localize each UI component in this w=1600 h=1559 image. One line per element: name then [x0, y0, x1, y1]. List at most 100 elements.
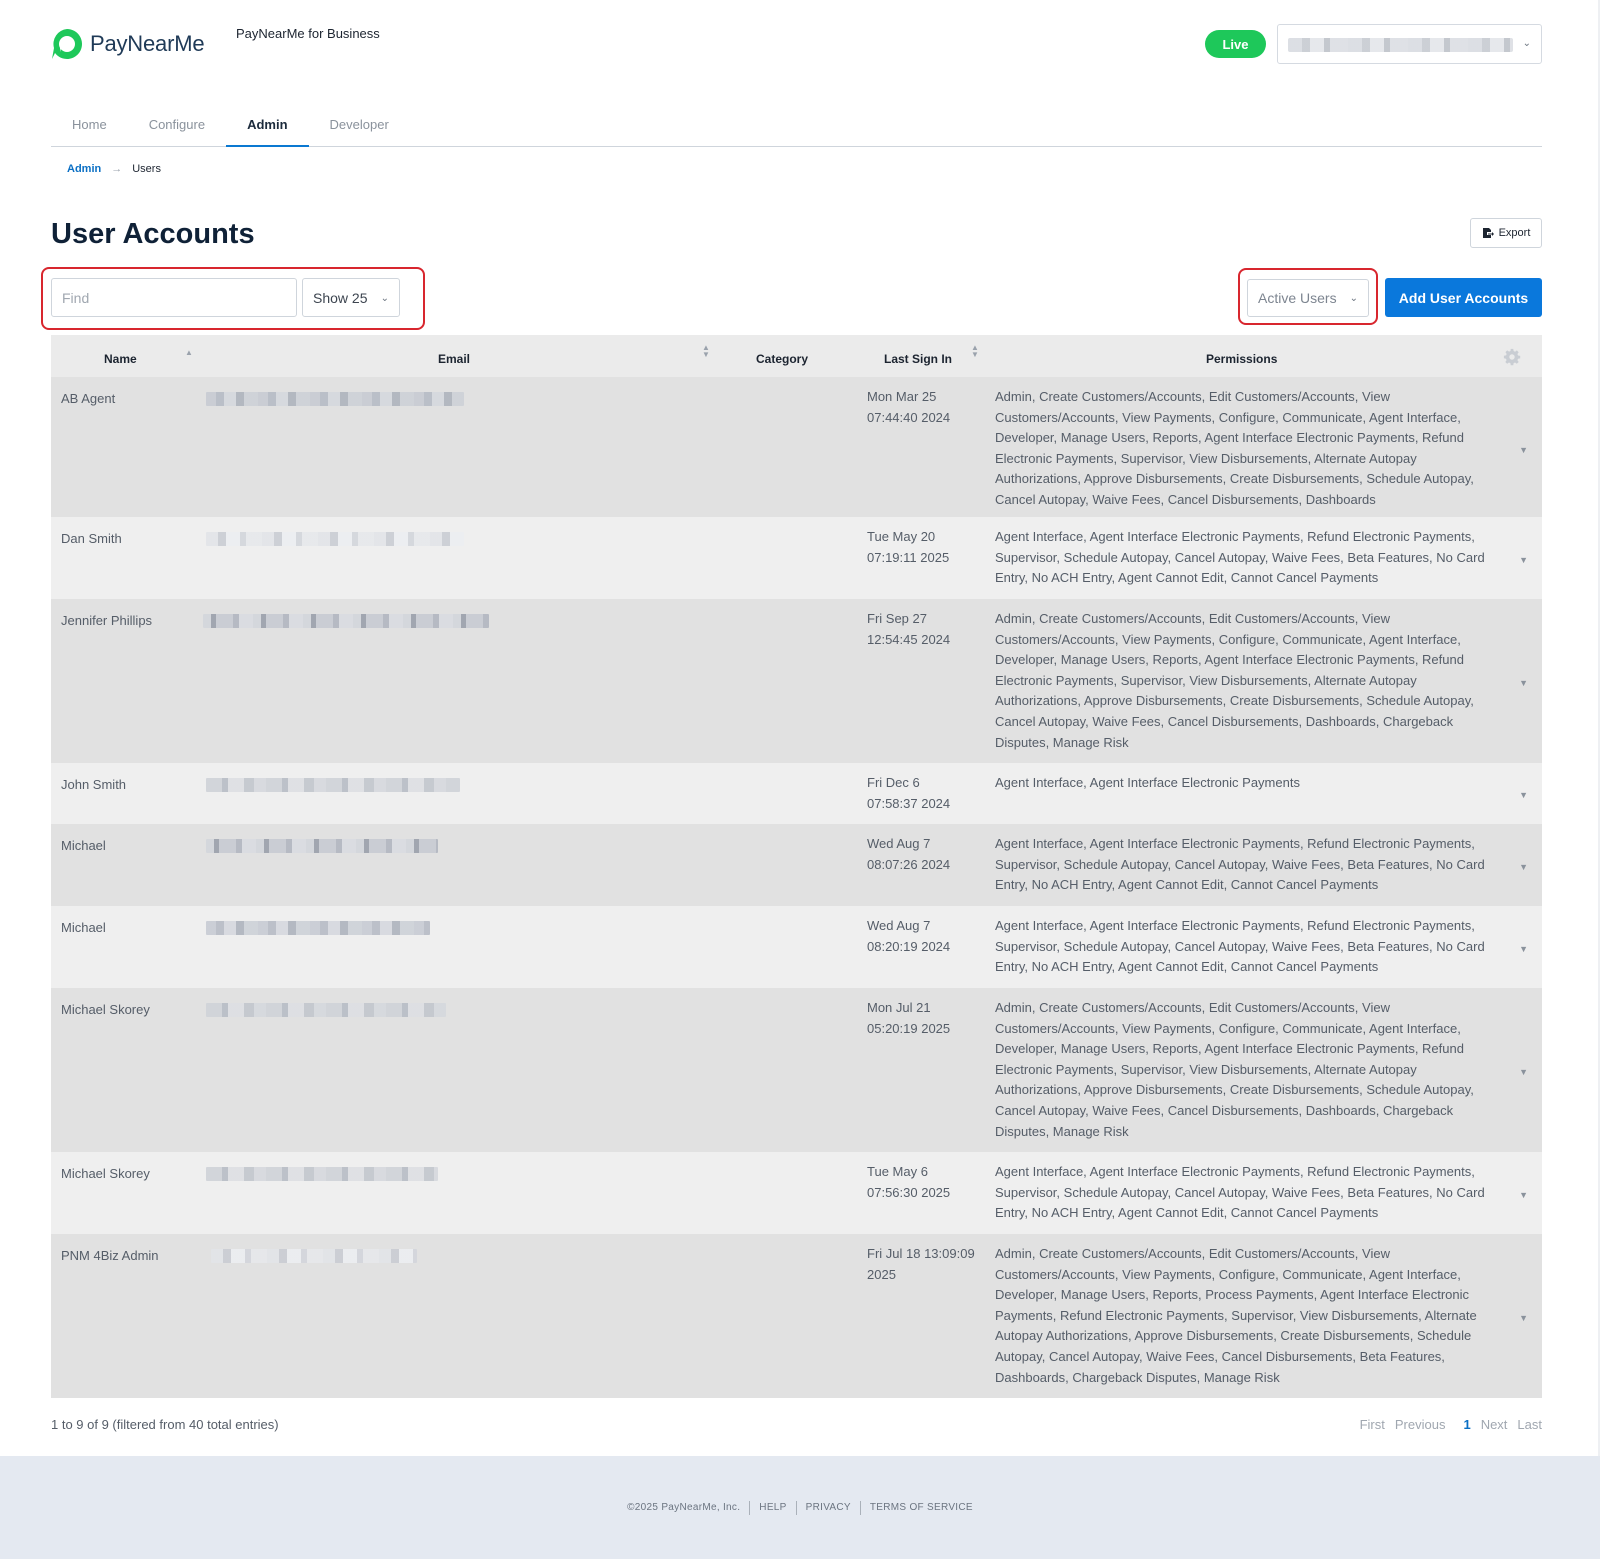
expand-row-icon[interactable]: ▼ [1519, 1308, 1528, 1329]
last-sign-in: Tue May 20 07:19:11 2025 [867, 529, 950, 565]
expand-row-icon[interactable]: ▼ [1519, 785, 1528, 806]
permissions-list: Admin, Create Customers/Accounts, Edit C… [995, 611, 1474, 750]
live-mode-badge[interactable]: Live [1205, 30, 1266, 58]
expand-row-icon[interactable]: ▼ [1519, 550, 1528, 571]
arrow-right-icon: → [111, 163, 123, 175]
account-name-redacted [1288, 38, 1513, 52]
permissions-list: Admin, Create Customers/Accounts, Edit C… [995, 1000, 1474, 1139]
export-label: Export [1498, 227, 1531, 239]
table-row[interactable]: Michael Wed Aug 7 08:07:26 2024 Agent Int… [51, 824, 1542, 906]
user-name: Jennifer Phillips [61, 613, 153, 628]
permissions-list: Agent Interface, Agent Interface Electro… [995, 529, 1485, 586]
email-redacted [203, 614, 489, 628]
expand-row-icon[interactable]: ▼ [1519, 1185, 1528, 1206]
last-sign-in: Tue May 6 07:56:30 2025 [867, 1164, 951, 1200]
logo-text: PayNearMe [90, 31, 205, 56]
sort-icon[interactable]: ▲ ▼ [702, 344, 710, 359]
footer-terms-link[interactable]: TERMS OF SERVICE [861, 1502, 982, 1513]
paynearme-logo-icon [51, 28, 83, 60]
footer-help-link[interactable]: HELP [750, 1502, 795, 1513]
table-row[interactable]: Dan Smith Tue May 20 07:19:11 2025 Agent … [51, 517, 1542, 599]
email-redacted [206, 1167, 438, 1181]
permissions-list: Agent Interface, Agent Interface Electro… [995, 775, 1300, 790]
page: PayNearMe PayNearMe for Business Live ⌄ … [0, 0, 1600, 1456]
user-name: PNM 4Biz Admin [61, 1248, 159, 1263]
add-user-accounts-button[interactable]: Add User Accounts [1385, 278, 1542, 317]
breadcrumb: Admin → Users [67, 163, 161, 175]
expand-row-icon[interactable]: ▼ [1519, 857, 1528, 878]
table-row[interactable]: Michael Skorey Mon Jul 21 05:20:19 2025 A… [51, 988, 1542, 1152]
column-header-name[interactable]: Name [104, 352, 137, 366]
page-size-label: Show 25 [313, 289, 368, 306]
table-row[interactable]: PNM 4Biz Admin Fri Jul 18 13:09:09 2025 A… [51, 1234, 1542, 1398]
pagination-page-1[interactable]: 1 [1463, 1417, 1470, 1432]
column-header-last-sign-in[interactable]: Last Sign In [884, 352, 952, 366]
tab-developer[interactable]: Developer [309, 110, 410, 147]
expand-row-icon[interactable]: ▼ [1519, 673, 1528, 694]
main-nav-tabs: Home Configure Admin Developer [51, 110, 1542, 147]
user-name: Michael Skorey [61, 1002, 150, 1017]
sort-ascending-icon[interactable]: ▲ [185, 349, 193, 357]
permissions-list: Agent Interface, Agent Interface Electro… [995, 836, 1485, 893]
permissions-list: Agent Interface, Agent Interface Electro… [995, 918, 1485, 975]
pagination-next[interactable]: Next [1481, 1417, 1508, 1432]
breadcrumb-admin-link[interactable]: Admin [67, 163, 101, 175]
export-button[interactable]: Export [1470, 218, 1542, 248]
chevron-down-icon: ⌄ [1349, 293, 1358, 304]
user-name: Michael [61, 838, 106, 853]
table-row[interactable]: Jennifer Phillips Fri Sep 27 12:54:45 202… [51, 599, 1542, 763]
sort-icon[interactable]: ▲ ▼ [971, 344, 979, 359]
tab-configure[interactable]: Configure [128, 110, 226, 147]
footer-privacy-link[interactable]: PRIVACY [797, 1502, 860, 1513]
find-input[interactable] [51, 278, 297, 317]
pagination-last[interactable]: Last [1517, 1417, 1542, 1432]
table-row[interactable]: John Smith Fri Dec 6 07:58:37 2024 Agent … [51, 763, 1542, 824]
column-header-email[interactable]: Email [438, 352, 470, 366]
email-redacted [211, 1249, 417, 1263]
chevron-down-icon: ⌄ [1522, 38, 1531, 49]
site-footer: ©2025 PayNearMe, Inc. HELP PRIVACY TERMS… [0, 1456, 1600, 1559]
table-info: 1 to 9 of 9 (filtered from 40 total entr… [51, 1417, 279, 1432]
permissions-list: Admin, Create Customers/Accounts, Edit C… [995, 389, 1474, 507]
business-label: PayNearMe for Business [236, 26, 380, 41]
permissions-list: Agent Interface, Agent Interface Electro… [995, 1164, 1485, 1221]
pagination-previous[interactable]: Previous [1395, 1417, 1446, 1432]
last-sign-in: Fri Dec 6 07:58:37 2024 [867, 775, 951, 811]
last-sign-in: Wed Aug 7 08:07:26 2024 [867, 836, 951, 872]
email-redacted [206, 1003, 446, 1017]
table-row[interactable]: Michael Skorey Tue May 6 07:56:30 2025 Ag… [51, 1152, 1542, 1234]
last-sign-in: Fri Sep 27 12:54:45 2024 [867, 611, 951, 647]
user-name: Michael [61, 920, 106, 935]
footer-copyright: ©2025 PayNearMe, Inc. [627, 1502, 741, 1513]
tab-home[interactable]: Home [51, 110, 128, 147]
page-size-select[interactable]: Show 25 ⌄ [302, 278, 400, 317]
last-sign-in: Wed Aug 7 08:20:19 2024 [867, 918, 951, 954]
user-name: Michael Skorey [61, 1166, 150, 1181]
page-title: User Accounts [51, 218, 255, 250]
expand-row-icon[interactable]: ▼ [1519, 1062, 1528, 1083]
table-row[interactable]: AB Agent Mon Mar 25 07:44:40 2024 Admin, … [51, 377, 1542, 517]
column-header-permissions: Permissions [1206, 352, 1278, 366]
last-sign-in: Fri Jul 18 13:09:09 2025 [867, 1246, 975, 1282]
user-name: John Smith [61, 777, 127, 792]
expand-row-icon[interactable]: ▼ [1519, 939, 1528, 960]
account-selector[interactable]: ⌄ [1277, 24, 1542, 64]
expand-row-icon[interactable]: ▼ [1519, 440, 1528, 461]
email-redacted [206, 778, 460, 792]
column-header-category[interactable]: Category [756, 352, 808, 366]
last-sign-in: Mon Mar 25 07:44:40 2024 [867, 389, 951, 425]
user-name: Dan Smith [61, 531, 122, 546]
email-redacted [206, 921, 430, 935]
last-sign-in: Mon Jul 21 05:20:19 2025 [867, 1000, 951, 1036]
user-accounts-table: Name ▲ Email ▲ ▼ Category Last Sign In ▲ ▼… [51, 335, 1542, 1398]
user-status-filter[interactable]: Active Users ⌄ [1247, 279, 1369, 317]
tab-admin[interactable]: Admin [226, 110, 309, 147]
pagination-first[interactable]: First [1360, 1417, 1385, 1432]
user-status-label: Active Users [1258, 290, 1337, 306]
email-redacted [206, 392, 464, 406]
breadcrumb-current: Users [132, 163, 161, 175]
table-row[interactable]: Michael Wed Aug 7 08:20:19 2024 Agent Int… [51, 906, 1542, 988]
chevron-down-icon: ⌄ [380, 293, 389, 304]
gear-icon[interactable] [1503, 348, 1521, 366]
paynearme-logo[interactable]: PayNearMe [51, 28, 205, 60]
